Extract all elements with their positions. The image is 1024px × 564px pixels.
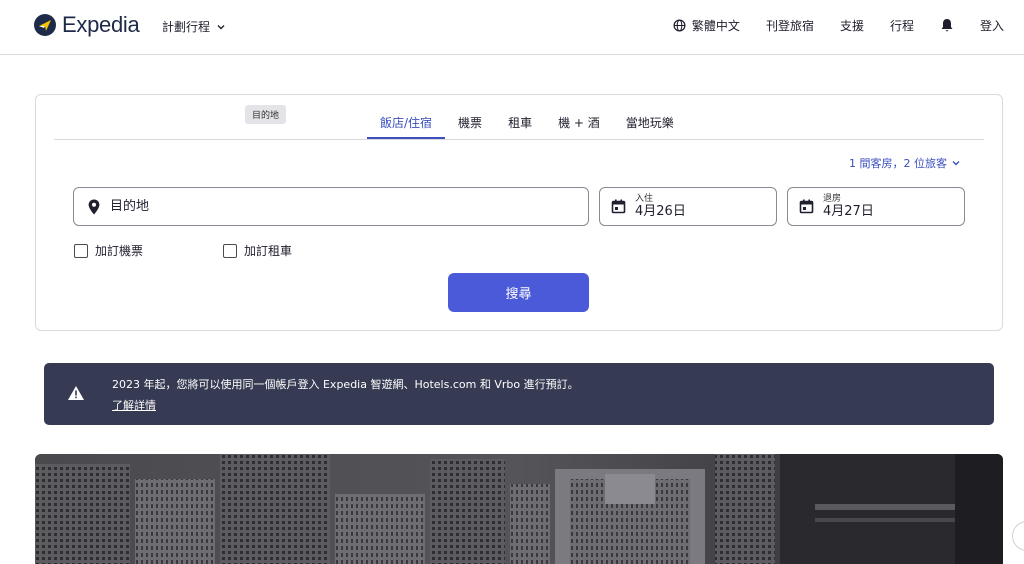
- trips-label: 行程: [889, 19, 914, 33]
- destination-tooltip: 目的地: [245, 105, 286, 124]
- destination-input[interactable]: [110, 199, 530, 214]
- add-flight-option[interactable]: 加訂機票: [74, 242, 143, 259]
- trips-link[interactable]: 行程: [890, 17, 914, 34]
- list-property-link[interactable]: 刊登旅宿: [766, 17, 814, 34]
- sign-in-label: 登入: [979, 19, 1004, 33]
- checkout-label: 退房: [823, 193, 842, 204]
- add-flight-checkbox[interactable]: [74, 243, 88, 258]
- language-selector[interactable]: 繁體中文: [673, 17, 740, 34]
- language-label: 繁體中文: [691, 19, 740, 33]
- search-button[interactable]: 搜尋: [448, 273, 589, 312]
- tab-stays[interactable]: 飯店/住宿: [367, 106, 446, 139]
- notifications-button[interactable]: [940, 18, 954, 33]
- search-tabs: 飯店/住宿 機票 租車 機 + 酒 當地玩樂: [367, 106, 687, 139]
- tab-things-to-do[interactable]: 當地玩樂: [613, 106, 687, 139]
- checkin-label: 入住: [635, 193, 654, 204]
- hero-cityscape-image: [35, 454, 1003, 564]
- add-car-option[interactable]: 加訂租車: [223, 242, 292, 259]
- tab-flights[interactable]: 機票: [445, 106, 495, 139]
- chat-widget-button[interactable]: [1012, 521, 1024, 551]
- tab-cars[interactable]: 租車: [495, 106, 545, 139]
- sign-in-link[interactable]: 登入: [980, 17, 1004, 34]
- expedia-plane-icon: [34, 14, 56, 36]
- banner-message: 2023 年起，您將可以使用同一個帳戶登入 Expedia 智遊網、Hotels…: [112, 378, 579, 391]
- warning-icon: [68, 386, 84, 400]
- account-notice-banner: 2023 年起，您將可以使用同一個帳戶登入 Expedia 智遊網、Hotels…: [44, 363, 994, 425]
- plan-trip-menu[interactable]: 計劃行程: [162, 18, 226, 35]
- support-label: 支援: [839, 19, 864, 33]
- map-pin-icon: [88, 199, 100, 214]
- support-link[interactable]: 支援: [840, 17, 864, 34]
- checkin-field[interactable]: 入住 4月26日: [599, 187, 777, 226]
- expedia-logo[interactable]: Expedia: [34, 12, 140, 38]
- logo-text: Expedia: [62, 12, 140, 37]
- add-car-checkbox[interactable]: [223, 243, 237, 258]
- destination-field[interactable]: [73, 187, 589, 226]
- tab-divider: [54, 139, 984, 140]
- travelers-label: 1 間客房，2 位旅客: [849, 157, 947, 170]
- calendar-icon: [611, 199, 626, 214]
- bell-icon: [941, 19, 953, 32]
- checkout-field[interactable]: 退房 4月27日: [787, 187, 965, 226]
- calendar-icon: [799, 199, 814, 214]
- add-car-label: 加訂租車: [244, 244, 293, 258]
- header-nav: 繁體中文 刊登旅宿 支援 行程 登入: [673, 17, 1004, 34]
- cityscape-illustration: [35, 454, 1003, 564]
- chevron-down-icon: [952, 161, 960, 166]
- tab-packages[interactable]: 機 + 酒: [545, 106, 613, 139]
- checkin-value: 4月26日: [635, 203, 686, 219]
- learn-more-link[interactable]: 了解詳情: [112, 397, 156, 413]
- globe-icon: [673, 19, 686, 32]
- checkout-value: 4月27日: [823, 203, 874, 219]
- top-header: Expedia 計劃行程 繁體中文 刊登旅宿 支援 行程 登入: [0, 0, 1024, 55]
- add-flight-label: 加訂機票: [95, 244, 144, 258]
- list-property-label: 刊登旅宿: [765, 19, 814, 33]
- plan-trip-label: 計劃行程: [162, 20, 211, 34]
- chevron-down-icon: [217, 24, 225, 29]
- travelers-selector[interactable]: 1 間客房，2 位旅客: [849, 155, 961, 171]
